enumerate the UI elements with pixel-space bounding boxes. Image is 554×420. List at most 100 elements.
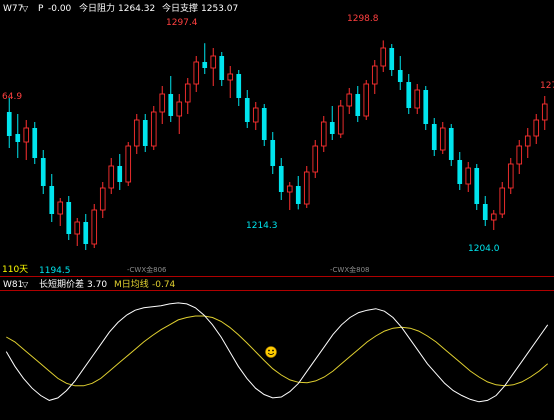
candle[interactable]	[457, 152, 463, 190]
candle-body	[40, 158, 46, 186]
candle[interactable]	[474, 164, 480, 210]
candle[interactable]	[431, 118, 437, 156]
candle[interactable]	[40, 150, 46, 194]
candle[interactable]	[439, 122, 446, 154]
candle[interactable]	[380, 40, 387, 72]
candle-body	[202, 62, 208, 68]
candle[interactable]	[320, 116, 327, 152]
candle[interactable]	[355, 86, 361, 122]
oscillator-panel[interactable]	[2, 302, 552, 411]
candle[interactable]	[371, 60, 378, 94]
candle-body	[312, 145, 319, 173]
candle[interactable]	[99, 182, 106, 218]
candle[interactable]	[74, 218, 81, 246]
candle[interactable]	[406, 74, 412, 114]
indicator-dropdown-icon[interactable]: ▽	[22, 4, 29, 13]
price-label-low-1: 1194.5	[39, 266, 71, 276]
candle-body	[57, 201, 64, 215]
candle[interactable]	[66, 196, 72, 240]
candle[interactable]	[414, 84, 421, 114]
candle[interactable]	[312, 140, 319, 178]
candle-body	[448, 128, 454, 160]
candle[interactable]	[91, 204, 98, 248]
candle[interactable]	[236, 70, 242, 106]
indicator-name[interactable]: W77	[3, 4, 23, 14]
candle-body	[295, 186, 301, 204]
candle[interactable]	[23, 120, 30, 160]
candle[interactable]	[184, 78, 191, 114]
candle[interactable]	[482, 196, 488, 226]
candle[interactable]	[159, 86, 166, 124]
candle-body	[363, 83, 370, 117]
candle[interactable]	[244, 90, 250, 128]
candle[interactable]	[295, 176, 301, 210]
candle-body	[320, 121, 327, 147]
candle[interactable]	[6, 98, 12, 148]
candle[interactable]	[397, 56, 403, 90]
candle-body	[168, 94, 174, 116]
candle[interactable]	[448, 124, 454, 166]
candle[interactable]	[389, 44, 395, 76]
candle-body	[507, 163, 514, 189]
candle[interactable]	[507, 158, 514, 194]
candle-body	[159, 93, 166, 113]
candle[interactable]	[337, 100, 344, 138]
candle-body	[49, 186, 55, 214]
candle[interactable]	[524, 128, 531, 158]
candle-body	[6, 112, 12, 136]
candle-body	[286, 185, 293, 193]
candle[interactable]	[83, 214, 89, 250]
candle[interactable]	[541, 96, 548, 130]
oscillator-indicator-name[interactable]: W81	[3, 280, 23, 290]
candle[interactable]	[176, 94, 183, 134]
candle[interactable]	[278, 158, 284, 200]
candle-body	[457, 160, 463, 184]
candle[interactable]	[499, 182, 506, 218]
candle-body	[99, 187, 106, 211]
candle[interactable]	[423, 86, 429, 130]
candle-body	[66, 202, 72, 234]
candle-body	[108, 165, 115, 189]
candle[interactable]	[465, 162, 472, 192]
candle[interactable]	[49, 174, 55, 222]
candle-body	[389, 48, 395, 70]
candle[interactable]	[210, 48, 217, 86]
candle[interactable]	[117, 154, 123, 190]
candle[interactable]	[516, 140, 523, 174]
candle[interactable]	[286, 182, 293, 210]
osc-line2-label: M日均线	[114, 278, 149, 290]
price-panel[interactable]	[6, 40, 548, 250]
candle[interactable]	[108, 158, 115, 194]
candle-body	[193, 61, 200, 85]
candle[interactable]	[363, 80, 370, 120]
resistance-label: 今日阻力	[79, 2, 115, 14]
candle[interactable]	[142, 114, 148, 152]
candle[interactable]	[15, 114, 21, 158]
candle[interactable]	[57, 198, 64, 226]
candle[interactable]	[219, 52, 225, 86]
candle-body	[91, 209, 98, 245]
candle[interactable]	[270, 132, 276, 174]
candle[interactable]	[490, 210, 497, 230]
candle[interactable]	[303, 166, 310, 208]
candle[interactable]	[202, 43, 208, 74]
candle[interactable]	[32, 122, 38, 164]
candle[interactable]	[252, 102, 259, 130]
candle-body	[150, 111, 157, 147]
candle[interactable]	[168, 76, 174, 122]
candle[interactable]	[533, 114, 540, 144]
candle[interactable]	[133, 114, 140, 154]
candle-body	[244, 98, 250, 122]
candle-body	[533, 119, 540, 137]
candle[interactable]	[193, 56, 200, 92]
candle[interactable]	[150, 106, 157, 150]
candle-body	[278, 166, 284, 192]
oscillator-dropdown-icon[interactable]: ▽	[22, 280, 29, 289]
candle-body	[439, 127, 446, 151]
candle[interactable]	[346, 88, 353, 114]
candle-body	[219, 56, 225, 80]
candle[interactable]	[227, 66, 234, 98]
candle[interactable]	[125, 142, 132, 186]
candle[interactable]	[329, 106, 335, 140]
candle[interactable]	[261, 104, 267, 146]
